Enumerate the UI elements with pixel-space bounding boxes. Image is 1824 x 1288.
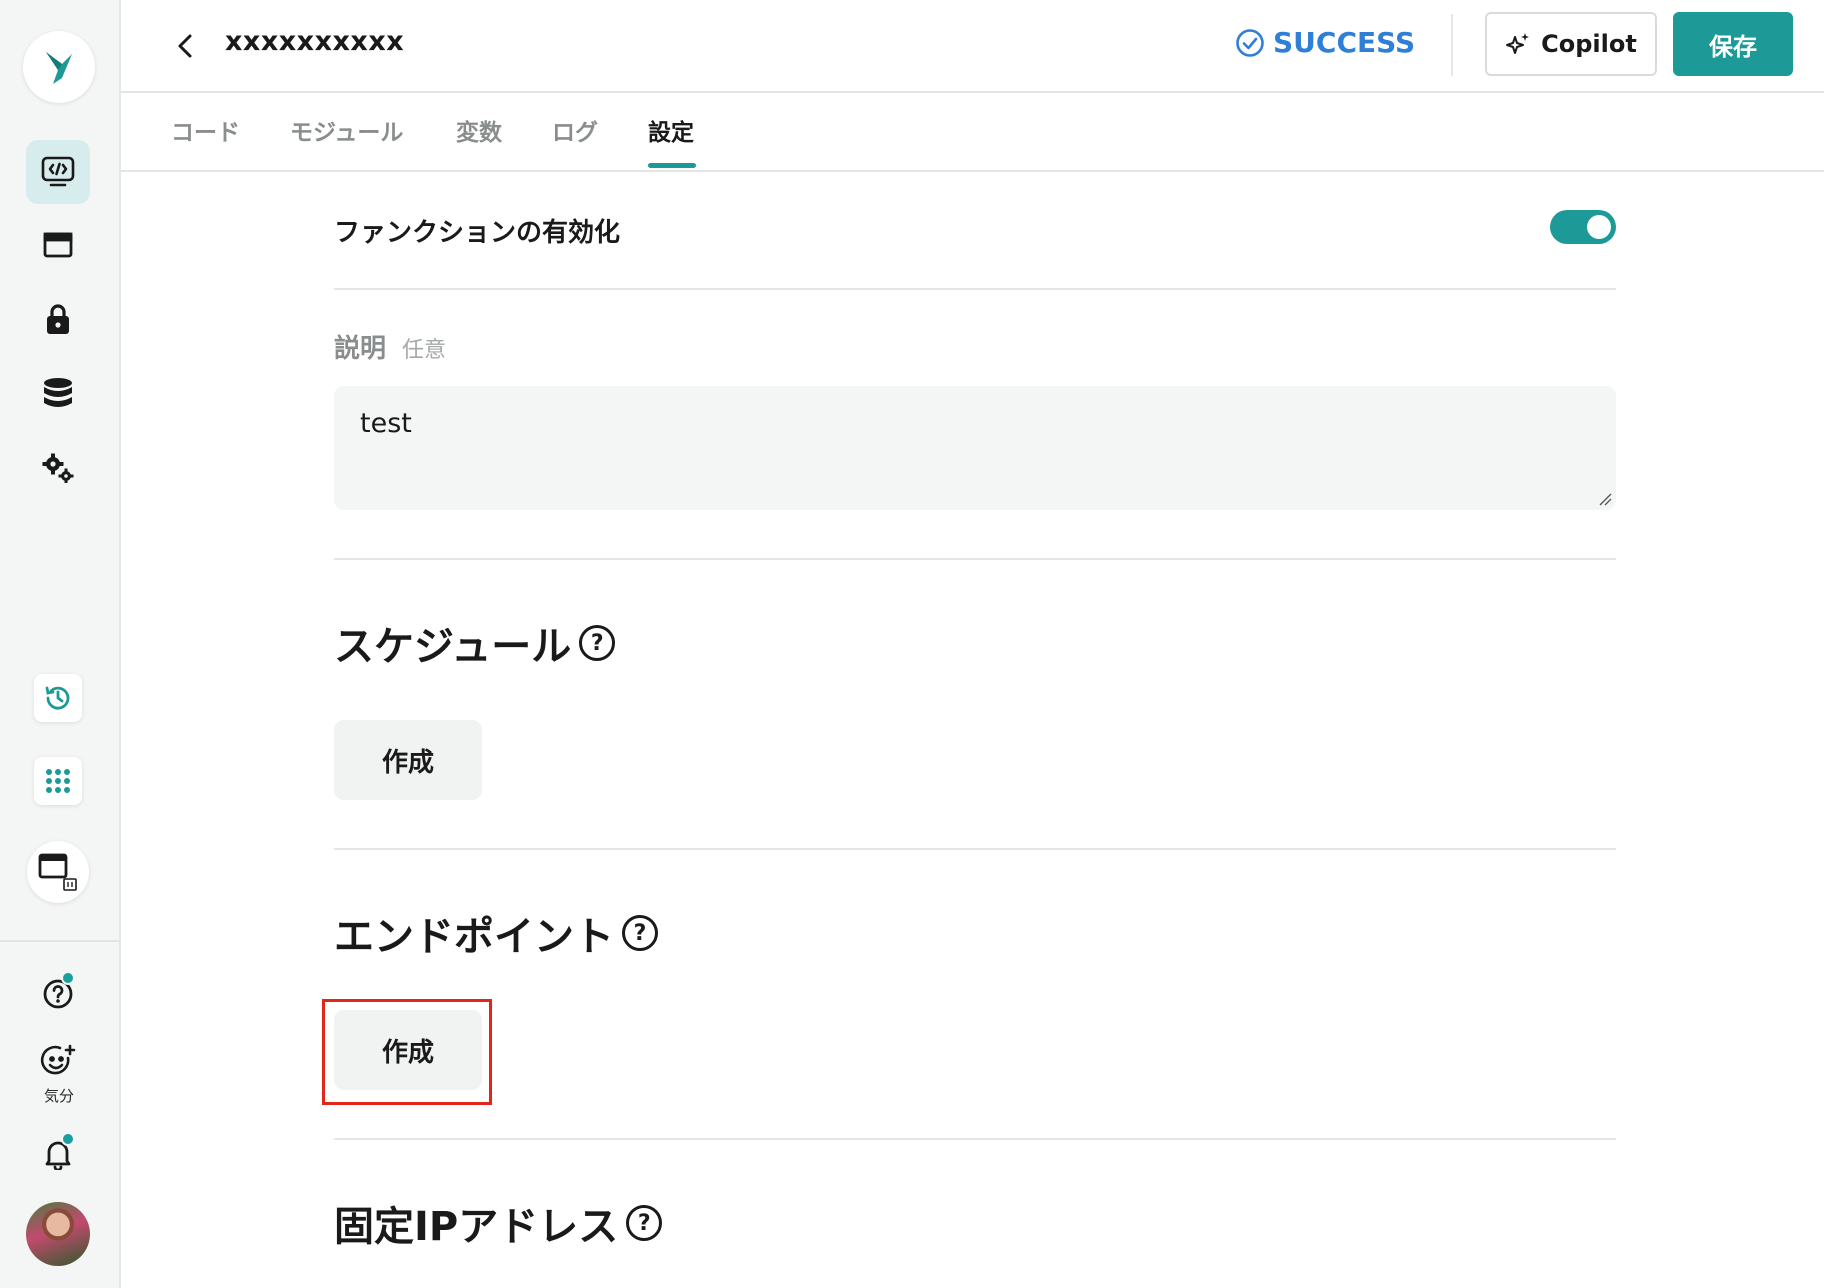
- divider: [334, 288, 1616, 290]
- function-name: xxxxxxxxxx: [225, 26, 405, 57]
- status-text: SUCCESS: [1273, 26, 1416, 59]
- header: xxxxxxxxxx SUCCESS Copilot 保存: [121, 0, 1824, 93]
- description-value: test: [360, 408, 412, 439]
- notification-dot: [61, 1132, 75, 1146]
- divider: [334, 558, 1616, 560]
- window-icon[interactable]: [26, 213, 90, 277]
- avatar[interactable]: [26, 1202, 90, 1266]
- optional-label: 任意: [402, 338, 447, 363]
- tab-logs[interactable]: ログ: [552, 113, 598, 147]
- save-button[interactable]: 保存: [1673, 12, 1793, 76]
- check-circle-icon: [1236, 28, 1264, 57]
- mood-label: 気分: [43, 1087, 74, 1105]
- description-label-row: 説明 任意: [334, 328, 446, 365]
- description-label: 説明: [334, 334, 387, 364]
- copilot-button[interactable]: Copilot: [1485, 12, 1657, 76]
- schedule-help-icon[interactable]: ?: [579, 625, 616, 661]
- back-button[interactable]: [165, 26, 205, 66]
- lock-icon[interactable]: [26, 287, 90, 351]
- tab-settings[interactable]: 設定: [648, 113, 694, 147]
- resize-handle-icon[interactable]: [1598, 492, 1612, 506]
- tab-code[interactable]: コード: [171, 113, 240, 147]
- static-ip-help-icon[interactable]: ?: [626, 1205, 663, 1241]
- left-rail: 気分: [0, 0, 121, 1288]
- tab-variables[interactable]: 変数: [456, 113, 502, 147]
- gears-icon[interactable]: [26, 436, 90, 500]
- endpoint-section-title: エンドポイント ?: [334, 904, 658, 962]
- tab-bar: コード モジュール 変数 ログ 設定: [121, 93, 1824, 172]
- header-divider: [1451, 14, 1453, 76]
- copilot-label: Copilot: [1541, 30, 1637, 58]
- bell-icon[interactable]: [26, 1122, 90, 1186]
- static-ip-title: 固定IPアドレス: [334, 1204, 619, 1250]
- enable-function-toggle[interactable]: [1550, 210, 1616, 244]
- divider: [334, 848, 1616, 850]
- help-notification-dot: [61, 971, 75, 985]
- sparkle-icon: [1506, 33, 1530, 54]
- schedule-create-button[interactable]: 作成: [334, 720, 482, 800]
- database-icon[interactable]: [26, 361, 90, 425]
- enable-function-label: ファンクションの有効化: [334, 218, 621, 248]
- schedule-title: スケジュール: [334, 624, 572, 670]
- history-icon[interactable]: [34, 674, 82, 722]
- app-window-icon[interactable]: [27, 841, 89, 903]
- status-badge: SUCCESS: [1235, 26, 1415, 59]
- schedule-section-title: スケジュール ?: [334, 614, 616, 672]
- active-tab-indicator: [648, 163, 696, 168]
- apps-grid-icon[interactable]: [34, 757, 82, 805]
- description-textarea[interactable]: test: [334, 386, 1616, 510]
- tab-modules[interactable]: モジュール: [290, 113, 403, 147]
- static-ip-section-title: 固定IPアドレス ?: [334, 1194, 663, 1252]
- divider: [334, 1138, 1616, 1140]
- endpoint-help-icon[interactable]: ?: [622, 915, 658, 951]
- rail-divider: [0, 940, 120, 942]
- enable-function-row: ファンクションの有効化: [334, 210, 1616, 249]
- endpoint-create-button[interactable]: 作成: [334, 1010, 482, 1090]
- help-icon[interactable]: [26, 962, 90, 1026]
- toggle-knob: [1587, 215, 1611, 239]
- endpoint-title: エンドポイント: [334, 914, 614, 960]
- logo-icon[interactable]: [23, 31, 95, 103]
- chevron-left-icon: [178, 34, 192, 58]
- code-editor-icon[interactable]: [26, 140, 90, 204]
